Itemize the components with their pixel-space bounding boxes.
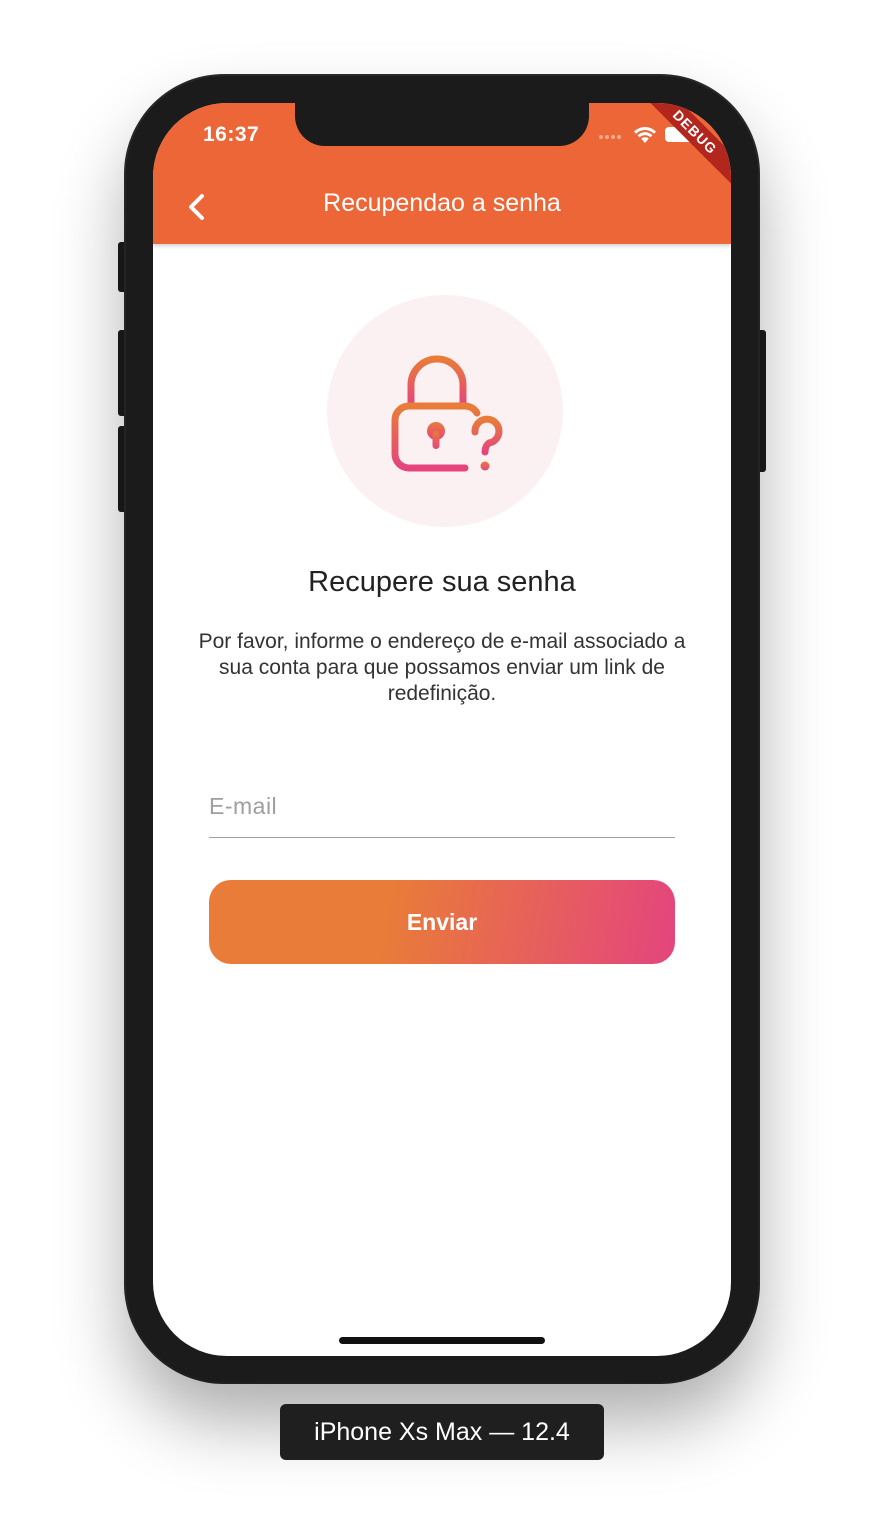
simulator-device-label: iPhone Xs Max — 12.4: [280, 1404, 604, 1460]
device-notch: [295, 103, 589, 146]
home-indicator: [339, 1337, 545, 1344]
page-title: Recupendao a senha: [323, 189, 561, 217]
lock-question-icon: [391, 355, 503, 472]
simulator-stage: 16:37 DEBUG Recupendao a senha Recupere …: [0, 0, 884, 1532]
app-bar: 16:37 DEBUG Recupendao a senha: [153, 103, 731, 244]
wifi-icon: [634, 127, 656, 143]
signal-icon: [599, 135, 621, 139]
debug-banner: DEBUG: [630, 103, 731, 197]
email-field[interactable]: [209, 775, 675, 838]
send-button[interactable]: Enviar: [209, 880, 675, 964]
status-time: 16:37: [203, 123, 260, 146]
instructions-text: Por favor, informe o endereço de e-mail …: [198, 630, 686, 705]
section-heading: Recupere sua senha: [308, 566, 576, 598]
app-screen: 16:37 DEBUG Recupendao a senha Recupere …: [153, 103, 731, 1356]
